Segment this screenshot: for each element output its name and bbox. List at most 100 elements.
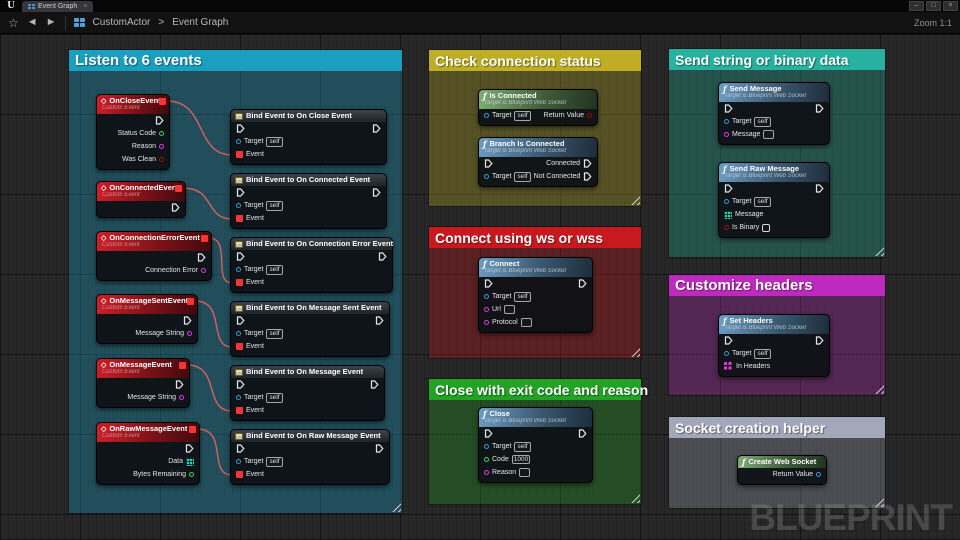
self-chip[interactable]: self <box>514 171 531 182</box>
comment-title[interactable]: Send string or binary data <box>669 49 885 70</box>
exec-out-pin[interactable] <box>155 116 164 125</box>
event-delegate-pin[interactable] <box>236 343 243 350</box>
int-pin[interactable] <box>159 131 164 136</box>
target-pin[interactable] <box>236 139 241 144</box>
target-pin[interactable] <box>484 174 489 179</box>
target-pin[interactable] <box>236 203 241 208</box>
exec-in-pin[interactable] <box>236 316 245 325</box>
target-pin[interactable] <box>724 119 729 124</box>
comment-title[interactable]: Close with exit code and reason <box>429 379 648 400</box>
target-pin[interactable] <box>236 331 241 336</box>
exec-out-pin[interactable] <box>583 172 592 181</box>
node-bind-on-raw-message[interactable]: Bind Event to On Raw Message Event Targe… <box>230 429 390 485</box>
node-set-headers[interactable]: ƒ Set Headers Target is Blueprint Web Soc… <box>718 314 830 377</box>
node-send-message[interactable]: ƒ Send Message Target is Blueprint Web So… <box>718 82 830 145</box>
node-create-web-socket[interactable]: ƒ Create Web Socket Return Value <box>737 455 827 485</box>
node-connect[interactable]: ƒ Connect Target is Blueprint Web Socket … <box>478 257 593 333</box>
exec-in-pin[interactable] <box>484 429 493 438</box>
code-pin[interactable] <box>484 457 489 462</box>
exec-out-pin[interactable] <box>815 104 824 113</box>
tab-close-icon[interactable]: × <box>83 3 87 10</box>
node-close[interactable]: ƒ Close Target is Blueprint Web Socket Ta… <box>478 407 593 483</box>
map-pin[interactable] <box>724 362 733 371</box>
exec-out-pin[interactable] <box>578 429 587 438</box>
exec-out-pin[interactable] <box>583 159 592 168</box>
exec-out-pin[interactable] <box>197 253 206 262</box>
string-pin[interactable] <box>187 331 192 336</box>
event-delegate-pin[interactable] <box>236 407 243 414</box>
node-on-connection-error-event[interactable]: ◇ OnConnectionErrorEvent Custom Event Con… <box>96 231 212 281</box>
target-pin[interactable] <box>724 199 729 204</box>
event-delegate-pin[interactable] <box>236 279 243 286</box>
comment-title[interactable]: Customize headers <box>669 275 885 296</box>
event-delegate-pin[interactable] <box>236 215 243 222</box>
delegate-pin[interactable] <box>187 298 194 305</box>
target-pin[interactable] <box>484 113 489 118</box>
exec-out-pin[interactable] <box>378 252 387 261</box>
code-input[interactable]: 1000 <box>511 455 531 464</box>
exec-out-pin[interactable] <box>370 380 379 389</box>
comment-title[interactable]: Connect using ws or wss <box>429 227 641 248</box>
self-chip[interactable]: self <box>754 348 771 359</box>
self-chip[interactable]: self <box>266 264 283 275</box>
node-bind-on-close[interactable]: Bind Event to On Close Event Target self … <box>230 109 387 165</box>
self-chip[interactable]: self <box>754 196 771 207</box>
self-chip[interactable]: self <box>514 110 531 121</box>
node-branch-is-connected[interactable]: ƒ Branch Is Connected Target is Blueprint… <box>478 137 598 187</box>
url-input[interactable] <box>503 305 515 314</box>
tab-event-graph[interactable]: Event Graph × <box>22 1 94 12</box>
target-pin[interactable] <box>724 351 729 356</box>
protocol-input[interactable] <box>520 318 532 327</box>
target-pin[interactable] <box>484 444 489 449</box>
self-chip[interactable]: self <box>514 291 531 302</box>
self-chip[interactable]: self <box>266 328 283 339</box>
bool-return-pin[interactable] <box>587 113 592 118</box>
node-on-close-event[interactable]: ◇ OnCloseEvent Custom Event Status Code R… <box>96 94 170 170</box>
favorite-star-icon[interactable]: ☆ <box>8 16 19 30</box>
exec-in-pin[interactable] <box>236 380 245 389</box>
delegate-pin[interactable] <box>175 185 182 192</box>
exec-out-pin[interactable] <box>375 444 384 453</box>
exec-in-pin[interactable] <box>236 124 245 133</box>
exec-in-pin[interactable] <box>724 104 733 113</box>
object-return-pin[interactable] <box>816 472 821 477</box>
event-delegate-pin[interactable] <box>236 471 243 478</box>
node-on-raw-message-event[interactable]: ◇ OnRawMessageEvent Custom Event Data Byt… <box>96 422 200 485</box>
event-graph-canvas[interactable]: BLUEPRINT Listen to 6 events Check conne… <box>0 34 960 539</box>
exec-out-pin[interactable] <box>372 124 381 133</box>
self-chip[interactable]: self <box>754 116 771 127</box>
exec-out-pin[interactable] <box>375 316 384 325</box>
message-input[interactable] <box>763 130 775 139</box>
exec-out-pin[interactable] <box>815 336 824 345</box>
node-on-connected-event[interactable]: ◇ OnConnectedEvent Custom Event <box>96 181 186 218</box>
target-pin[interactable] <box>484 294 489 299</box>
event-delegate-pin[interactable] <box>236 151 243 158</box>
exec-out-pin[interactable] <box>578 279 587 288</box>
node-is-connected[interactable]: ƒ Is Connected Target is Blueprint Web So… <box>478 89 598 126</box>
exec-in-pin[interactable] <box>724 336 733 345</box>
exec-out-pin[interactable] <box>175 380 184 389</box>
node-bind-on-connection-error[interactable]: Bind Event to On Connection Error Event … <box>230 237 393 293</box>
exec-in-pin[interactable] <box>484 279 493 288</box>
bool-pin[interactable] <box>159 157 164 162</box>
breadcrumb-current[interactable]: Event Graph <box>172 17 228 28</box>
exec-in-pin[interactable] <box>724 184 733 193</box>
close-button[interactable]: × <box>943 1 958 11</box>
self-chip[interactable]: self <box>266 456 283 467</box>
self-chip[interactable]: self <box>266 200 283 211</box>
string-pin[interactable] <box>159 144 164 149</box>
minimize-button[interactable]: – <box>909 1 924 11</box>
is-binary-checkbox[interactable] <box>762 223 771 232</box>
exec-in-pin[interactable] <box>484 159 493 168</box>
delegate-pin[interactable] <box>159 98 166 105</box>
array-pin[interactable] <box>186 457 194 466</box>
exec-out-pin[interactable] <box>185 444 194 453</box>
comment-title[interactable]: Listen to 6 events <box>69 50 402 71</box>
back-arrow-icon[interactable]: ◄ <box>27 17 38 28</box>
exec-in-pin[interactable] <box>236 252 245 261</box>
maximize-button[interactable]: □ <box>926 1 941 11</box>
protocol-pin[interactable] <box>484 320 489 325</box>
target-pin[interactable] <box>236 459 241 464</box>
exec-out-pin[interactable] <box>372 188 381 197</box>
self-chip[interactable]: self <box>266 136 283 147</box>
